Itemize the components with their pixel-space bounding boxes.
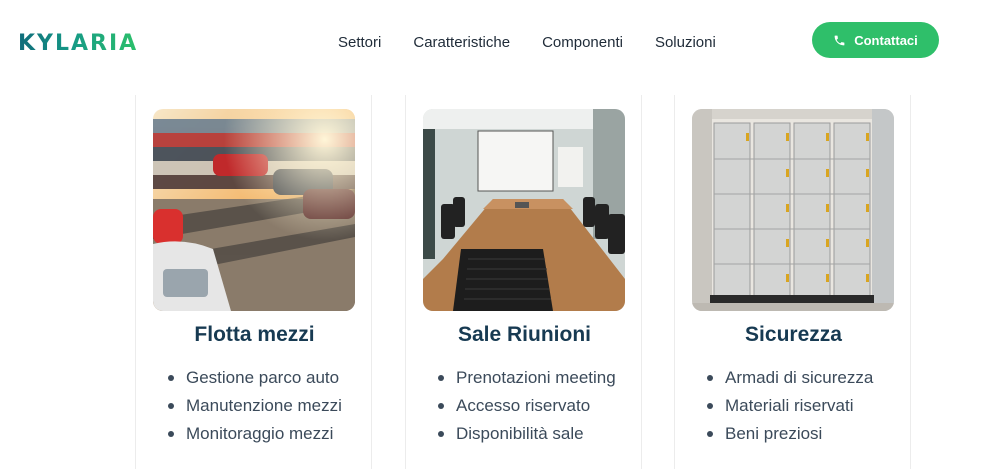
contact-button[interactable]: Contattaci [812, 22, 939, 58]
feature-list: Gestione parco auto Manutenzione mezzi M… [166, 367, 342, 451]
list-item: Prenotazioni meeting [436, 367, 616, 395]
list-item: Manutenzione mezzi [166, 395, 342, 423]
sectors-cards: Flotta mezzi Gestione parco auto Manuten… [135, 95, 911, 469]
list-item: Armadi di sicurezza [705, 367, 873, 395]
nav-link-soluzioni[interactable]: Soluzioni [655, 34, 716, 51]
card-sicurezza: Sicurezza Armadi di sicurezza Materiali … [674, 95, 911, 469]
main-nav: Settori Caratteristiche Componenti Soluz… [338, 34, 716, 51]
list-item: Accesso riservato [436, 395, 616, 423]
site-header: KYLARIA Settori Caratteristiche Componen… [0, 0, 1000, 90]
nav-link-componenti[interactable]: Componenti [542, 34, 623, 51]
card-title: Sale Riunioni [457, 323, 591, 346]
list-item: Disponibilità sale [436, 423, 616, 451]
feature-list: Armadi di sicurezza Materiali riservati … [705, 367, 873, 451]
card-title: Sicurezza [745, 323, 842, 346]
card-flotta-mezzi: Flotta mezzi Gestione parco auto Manuten… [135, 95, 372, 469]
card-title: Flotta mezzi [194, 323, 315, 346]
logo[interactable]: KYLARIA [18, 30, 138, 56]
nav-link-settori[interactable]: Settori [338, 34, 381, 51]
meeting-room-image [423, 109, 625, 311]
list-item: Monitoraggio mezzi [166, 423, 342, 451]
contact-button-label: Contattaci [854, 32, 918, 48]
lockers-image [692, 109, 894, 311]
list-item: Materiali riservati [705, 395, 873, 423]
card-sale-riunioni: Sale Riunioni Prenotazioni meeting Acces… [405, 95, 642, 469]
logo-text: KYLARIA [18, 30, 139, 56]
list-item: Gestione parco auto [166, 367, 342, 395]
phone-icon [834, 35, 845, 45]
nav-link-caratteristiche[interactable]: Caratteristiche [413, 34, 510, 51]
feature-list: Prenotazioni meeting Accesso riservato D… [436, 367, 616, 451]
list-item: Beni preziosi [705, 423, 873, 451]
parked-cars-image [153, 109, 355, 311]
